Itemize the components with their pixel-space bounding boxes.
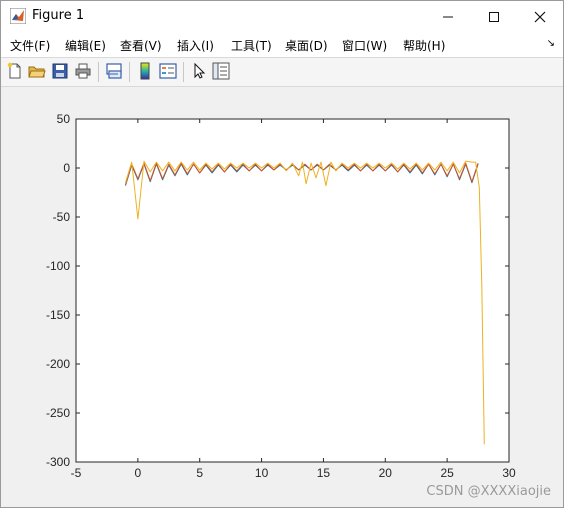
toolbar: [1, 57, 563, 87]
figure-canvas[interactable]: -5 0 5 10 15 20 25 30 50 0 -50 -100 -150 -200 -250 -30…: [1, 87, 563, 507]
new-figure-icon[interactable]: [6, 62, 24, 80]
watermark: CSDN @XXXXiaojie: [426, 484, 551, 499]
matlab-logo-icon: [10, 8, 26, 24]
property-editor-icon[interactable]: [212, 62, 230, 80]
y-tick-label: -200: [46, 357, 70, 371]
y-tick-label: -250: [46, 406, 70, 420]
x-tick-label: 25: [440, 466, 454, 480]
menu-view[interactable]: 查看(V): [120, 37, 162, 54]
figure-window: Figure 1 文件(F) 编辑(E) 查看(V) 插入(I) 工具(T) 桌…: [0, 0, 564, 508]
menu-file[interactable]: 文件(F): [10, 37, 50, 54]
x-tick-label: 30: [502, 466, 516, 480]
title-bar[interactable]: Figure 1: [1, 1, 563, 32]
menu-bar: 文件(F) 编辑(E) 查看(V) 插入(I) 工具(T) 桌面(D) 窗口(W…: [1, 32, 563, 57]
open-file-icon[interactable]: [28, 62, 46, 80]
close-icon: [534, 11, 546, 22]
window-title: Figure 1: [32, 8, 85, 23]
menu-desktop[interactable]: 桌面(D): [285, 37, 328, 54]
x-tick-label: -5: [71, 466, 82, 480]
maximize-icon: [489, 11, 499, 22]
x-tick-label: 20: [379, 466, 393, 480]
legend-icon[interactable]: [159, 62, 177, 80]
x-tick-label: 15: [317, 466, 331, 480]
menu-insert[interactable]: 插入(I): [177, 37, 214, 54]
x-tick-label: 5: [196, 466, 203, 480]
menu-tools[interactable]: 工具(T): [231, 37, 272, 54]
menu-edit[interactable]: 编辑(E): [65, 37, 106, 54]
y-tick-label: 0: [63, 161, 70, 175]
line-plot[interactable]: -5 0 5 10 15 20 25 30 500-50-100-150-200-250-30…: [1, 87, 563, 507]
x-tick-label: 10: [255, 466, 269, 480]
toolbar-separator: [183, 62, 184, 82]
print-icon[interactable]: [74, 62, 92, 80]
minimize-button[interactable]: [425, 1, 471, 32]
y-tick-label: -150: [46, 308, 70, 322]
toolbar-separator: [129, 62, 130, 82]
menu-window[interactable]: 窗口(W): [342, 37, 387, 54]
toolbar-separator: [98, 62, 99, 82]
y-tick-label: -50: [53, 210, 71, 224]
menu-help[interactable]: 帮助(H): [403, 37, 445, 54]
minimize-icon: [443, 16, 453, 17]
colorbar-icon[interactable]: [136, 62, 154, 80]
y-tick-label: -100: [46, 259, 70, 273]
maximize-button[interactable]: [471, 1, 517, 32]
menu-overflow-arrow-icon[interactable]: ↘: [547, 38, 555, 49]
link-plot-icon[interactable]: [105, 62, 123, 80]
save-icon[interactable]: [51, 62, 69, 80]
x-tick-label: 0: [135, 466, 142, 480]
y-tick-label: -300: [46, 455, 70, 469]
pointer-icon[interactable]: [190, 62, 208, 80]
close-button[interactable]: [517, 1, 563, 32]
y-tick-label: 50: [57, 112, 71, 126]
